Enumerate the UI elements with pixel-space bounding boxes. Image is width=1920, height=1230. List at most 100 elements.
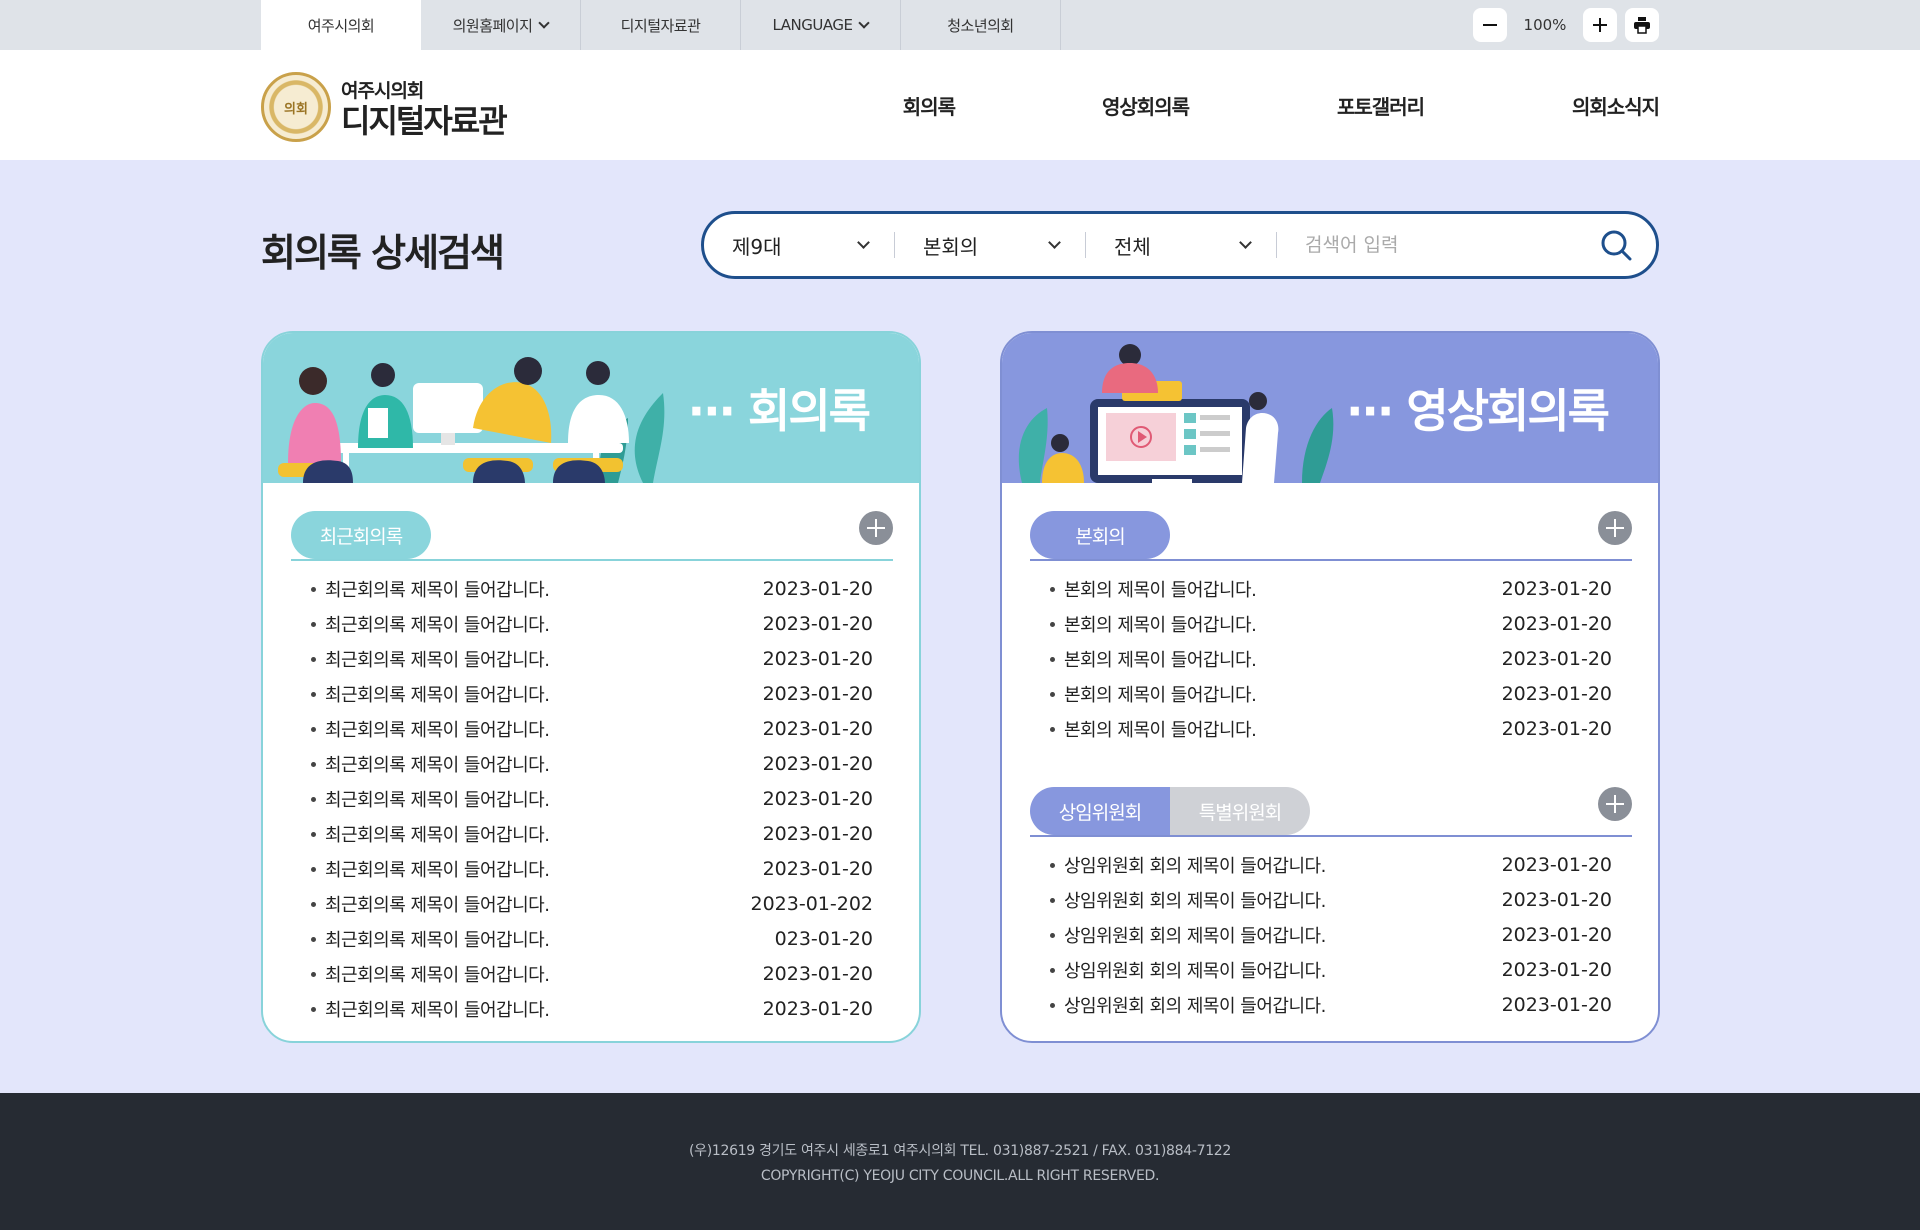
list-item[interactable]: 상임위원회 회의 제목이 들어갑니다. 2023-01-20 [1050, 882, 1612, 917]
site-header: 의회 여주시의회 디지털자료관 회의록 영상회의록 포토갤러리 의회소식지 [0, 50, 1920, 160]
standing-committee-tab[interactable]: 상임위원회 [1030, 787, 1170, 835]
item-title: 최근회의록 제목이 들어갑니다. [311, 611, 550, 637]
site-tabs: 여주시의회 의원홈페이지 디지털자료관 LANGUAGE 청소년의회 [261, 0, 1061, 50]
divider [1276, 232, 1277, 258]
item-date: 2023-01-20 [762, 682, 873, 705]
list-item[interactable]: 최근회의록 제목이 들어갑니다. 2023-01-20 [311, 711, 873, 746]
item-date: 2023-01-20 [1501, 612, 1612, 635]
plenary-section: 본회의 본회의 제목이 들어갑니다. 2023-01-20 본회의 제목이 들어갑니… [1030, 511, 1632, 746]
logo-line2: 디지털자료관 [341, 101, 508, 140]
search-button[interactable] [1576, 214, 1656, 276]
list-item[interactable]: 본회의 제목이 들어갑니다. 2023-01-20 [1050, 711, 1612, 746]
minus-icon [1483, 24, 1497, 26]
tab-label: 청소년의회 [947, 16, 1014, 35]
site-footer: (우)12619 경기도 여주시 세종로1 여주시의회 TEL. 031)887… [0, 1093, 1920, 1230]
print-button[interactable] [1625, 8, 1659, 42]
search-input[interactable] [1305, 234, 1576, 256]
item-title: 최근회의록 제목이 들어갑니다. [311, 821, 550, 847]
item-title: 최근회의록 제목이 들어갑니다. [311, 576, 550, 602]
plenary-tab[interactable]: 본회의 [1030, 511, 1170, 559]
list-item[interactable]: 최근회의록 제목이 들어갑니다. 2023-01-20 [311, 816, 873, 851]
divider [1085, 232, 1086, 258]
term-select[interactable]: 제9대 [732, 231, 882, 260]
page-title: 회의록 상세검색 [261, 231, 505, 275]
nav-photo-gallery[interactable]: 포토갤러리 [1337, 91, 1425, 120]
council-seal-icon: 의회 [261, 72, 331, 142]
recent-minutes-tab[interactable]: 최근회의록 [291, 511, 431, 559]
more-plus-icon[interactable] [1598, 511, 1632, 545]
scope-select[interactable]: 전체 [1114, 231, 1264, 260]
site-logo[interactable]: 의회 여주시의회 디지털자료관 [261, 72, 508, 142]
zoom-out-button[interactable] [1473, 8, 1507, 42]
section-header: 상임위원회 특별위원회 [1030, 787, 1632, 837]
list-item[interactable]: 상임위원회 회의 제목이 들어갑니다. 2023-01-20 [1050, 917, 1612, 952]
item-date: 2023-01-20 [1501, 853, 1612, 876]
tab-member-homepage[interactable]: 의원홈페이지 [421, 0, 581, 50]
item-title: 상임위원회 회의 제목이 들어갑니다. [1050, 922, 1326, 948]
item-date: 2023-01-20 [762, 647, 873, 670]
special-committee-tab[interactable]: 특별위원회 [1170, 787, 1310, 835]
item-title: 본회의 제목이 들어갑니다. [1050, 646, 1257, 672]
tab-youth-council[interactable]: 청소년의회 [901, 0, 1061, 50]
chevron-down-icon [858, 17, 871, 29]
list-item[interactable]: 최근회의록 제목이 들어갑니다. 2023-01-202 [311, 886, 873, 921]
list-item[interactable]: 최근회의록 제목이 들어갑니다. 2023-01-20 [311, 781, 873, 816]
list-item[interactable]: 상임위원회 회의 제목이 들어갑니다. 2023-01-20 [1050, 987, 1612, 1022]
video-minutes-banner: ··· 영상회의록 [1002, 333, 1658, 483]
tab-label: 디지털자료관 [620, 16, 701, 35]
list-item[interactable]: 최근회의록 제목이 들어갑니다. 2023-01-20 [311, 851, 873, 886]
item-date: 2023-01-20 [762, 752, 873, 775]
nav-minutes[interactable]: 회의록 [903, 91, 956, 120]
item-title: 상임위원회 회의 제목이 들어갑니다. [1050, 887, 1326, 913]
item-date: 2023-01-20 [762, 612, 873, 635]
tab-language[interactable]: LANGUAGE [741, 0, 901, 50]
committee-section: 상임위원회 특별위원회 상임위원회 회의 제목이 들어갑니다. 2023-01-2… [1030, 787, 1632, 1022]
list-item[interactable]: 최근회의록 제목이 들어갑니다. 2023-01-20 [311, 606, 873, 641]
nav-video-minutes[interactable]: 영상회의록 [1102, 91, 1190, 120]
list-item[interactable]: 최근회의록 제목이 들어갑니다. 2023-01-20 [311, 641, 873, 676]
footer-copyright: COPYRIGHT(C) YEOJU CITY COUNCIL.ALL RIGH… [760, 1167, 1160, 1184]
list-item[interactable]: 상임위원회 회의 제목이 들어갑니다. 2023-01-20 [1050, 952, 1612, 987]
item-date: 023-01-20 [774, 927, 873, 950]
item-title: 최근회의록 제목이 들어갑니다. [311, 961, 550, 987]
list-item[interactable]: 본회의 제목이 들어갑니다. 2023-01-20 [1050, 676, 1612, 711]
chevron-down-icon [538, 17, 551, 29]
item-date: 2023-01-20 [1501, 958, 1612, 981]
tab-label: LANGUAGE [772, 16, 853, 34]
item-date: 2023-01-20 [762, 962, 873, 985]
list-item[interactable]: 본회의 제목이 들어갑니다. 2023-01-20 [1050, 606, 1612, 641]
item-title: 본회의 제목이 들어갑니다. [1050, 576, 1257, 602]
item-date: 2023-01-20 [1501, 577, 1612, 600]
item-title: 최근회의록 제목이 들어갑니다. [311, 996, 550, 1022]
meeting-type-select[interactable]: 본회의 [923, 231, 1073, 260]
item-title: 최근회의록 제목이 들어갑니다. [311, 926, 550, 952]
item-title: 본회의 제목이 들어갑니다. [1050, 611, 1257, 637]
recent-minutes-list: 최근회의록 제목이 들어갑니다. 2023-01-20 최근회의록 제목이 들어갑니… [291, 561, 893, 1026]
zoom-controls: 100% [1473, 8, 1659, 42]
list-item[interactable]: 최근회의록 제목이 들어갑니다. 2023-01-20 [311, 956, 873, 991]
nav-newsletter[interactable]: 의회소식지 [1572, 91, 1660, 120]
tab-council[interactable]: 여주시의회 [261, 0, 421, 50]
list-item[interactable]: 최근회의록 제목이 들어갑니다. 023-01-20 [311, 921, 873, 956]
list-item[interactable]: 최근회의록 제목이 들어갑니다. 2023-01-20 [311, 571, 873, 606]
logo-line1: 여주시의회 [341, 79, 424, 102]
scope-select-value: 전체 [1114, 234, 1151, 259]
list-item[interactable]: 본회의 제목이 들어갑니다. 2023-01-20 [1050, 641, 1612, 676]
list-item[interactable]: 상임위원회 회의 제목이 들어갑니다. 2023-01-20 [1050, 847, 1612, 882]
more-plus-icon[interactable] [1598, 787, 1632, 821]
item-title: 최근회의록 제목이 들어갑니다. [311, 646, 550, 672]
list-item[interactable]: 본회의 제목이 들어갑니다. 2023-01-20 [1050, 571, 1612, 606]
item-title: 상임위원회 회의 제목이 들어갑니다. [1050, 992, 1326, 1018]
seal-text: 의회 [284, 101, 308, 117]
tab-digital-archive[interactable]: 디지털자료관 [581, 0, 741, 50]
item-title: 상임위원회 회의 제목이 들어갑니다. [1050, 957, 1326, 983]
more-plus-icon[interactable] [859, 511, 893, 545]
search-icon [1601, 230, 1632, 261]
list-item[interactable]: 최근회의록 제목이 들어갑니다. 2023-01-20 [311, 676, 873, 711]
zoom-in-button[interactable] [1583, 8, 1617, 42]
list-item[interactable]: 최근회의록 제목이 들어갑니다. 2023-01-20 [311, 746, 873, 781]
plus-icon [1593, 18, 1607, 32]
footer-address: (우)12619 경기도 여주시 세종로1 여주시의회 TEL. 031)887… [688, 1142, 1232, 1159]
list-item[interactable]: 최근회의록 제목이 들어갑니다. 2023-01-20 [311, 991, 873, 1026]
item-date: 2023-01-20 [1501, 682, 1612, 705]
